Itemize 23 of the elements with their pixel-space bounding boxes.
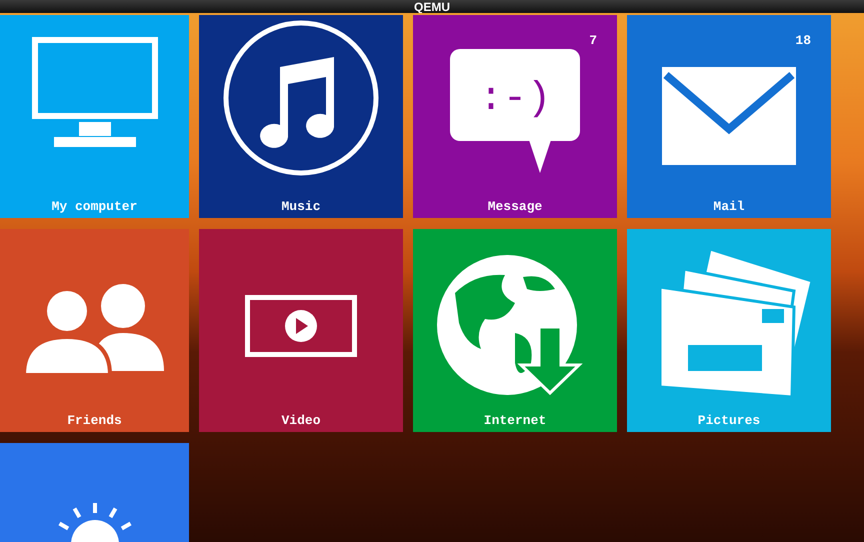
app-tile[interactable]: :-) 7 Message [413,15,617,218]
tile-label: Video [281,413,320,428]
app-tile[interactable]: Internet [413,229,617,432]
music-note-icon [222,19,380,177]
tile-label: Music [281,199,320,214]
app-tile[interactable]: Video [199,229,403,432]
tile-label: Friends [67,413,122,428]
tile-label: Internet [484,413,546,428]
app-tile[interactable]: Music [199,15,403,218]
badge-count: 7 [589,33,597,48]
window-title: QEMU [414,2,450,13]
badge-count: 18 [795,33,811,48]
app-tile[interactable]: Pictures [627,229,831,432]
app-tile[interactable]: 18 Mail [627,15,831,218]
tile-label: Message [488,199,542,214]
tile-label: Pictures [698,413,760,428]
tile-label: My computer [52,199,138,214]
monitor-icon [32,37,158,149]
app-tile[interactable]: Friends [0,229,189,432]
envelope-icon [662,67,796,165]
app-tile[interactable]: My computer [0,15,189,218]
video-player-icon [245,295,357,357]
tile-label: Mail [713,199,745,214]
